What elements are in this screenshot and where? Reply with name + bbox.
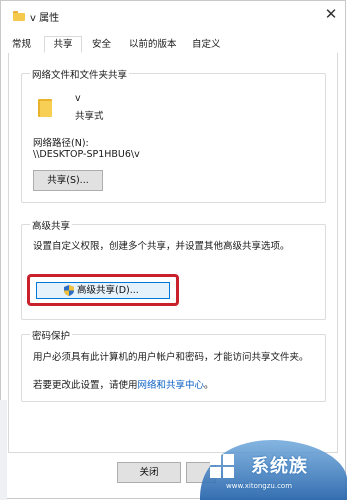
close-button[interactable]: 关闭 (117, 462, 181, 483)
window-title: v 属性 (30, 13, 60, 24)
advanced-sharing-button-label: 高级共享(D)... (77, 285, 139, 296)
network-path-label: 网络路径(N): (33, 138, 89, 149)
title-bar: v 属性 ✕ (1, 1, 345, 31)
network-sharing-center-link[interactable]: 网络和共享中心 (138, 380, 205, 391)
tab-customize[interactable]: 自定义 (188, 38, 225, 52)
tab-general[interactable]: 常规 (8, 38, 35, 52)
uac-shield-icon (64, 285, 74, 296)
watermark-brand: 系统族 (251, 456, 308, 477)
password-protection-group (21, 334, 326, 402)
password-protection-hint: 若要更改此设置，请使用网络和共享中心。 (33, 377, 214, 391)
tab-sharing[interactable]: 共享 (44, 36, 82, 53)
close-icon[interactable]: ✕ (323, 5, 339, 23)
shared-folder-icon (38, 99, 52, 117)
hint-prefix: 若要更改此设置，请使用 (33, 380, 138, 391)
network-sharing-legend: 网络文件和文件夹共享 (30, 67, 130, 81)
advanced-sharing-legend: 高级共享 (30, 218, 73, 232)
share-button[interactable]: 共享(S)... (33, 170, 103, 191)
advanced-sharing-button[interactable]: 高级共享(D)... (36, 282, 170, 299)
password-protection-text: 用户必须具有此计算机的用户帐户和密码，才能访问共享文件夹。 (33, 352, 309, 363)
watermark-url: www.xitongzu.com (226, 482, 293, 490)
password-protection-legend: 密码保护 (30, 328, 73, 342)
folder-name: v (75, 93, 81, 104)
folder-share-status: 共享式 (75, 111, 104, 122)
network-path-value: \\DESKTOP-SP1HBU6\v (33, 149, 140, 160)
hint-suffix: 。 (204, 380, 214, 391)
advanced-sharing-description: 设置自定义权限，创建多个共享，并设置其他高级共享选项。 (33, 241, 290, 252)
folder-icon (13, 11, 25, 21)
tab-previous-versions[interactable]: 以前的版本 (125, 38, 181, 52)
tab-security[interactable]: 安全 (88, 38, 115, 52)
background-strip (0, 400, 7, 500)
tab-strip: 常规 共享 安全 以前的版本 自定义 (8, 36, 338, 54)
